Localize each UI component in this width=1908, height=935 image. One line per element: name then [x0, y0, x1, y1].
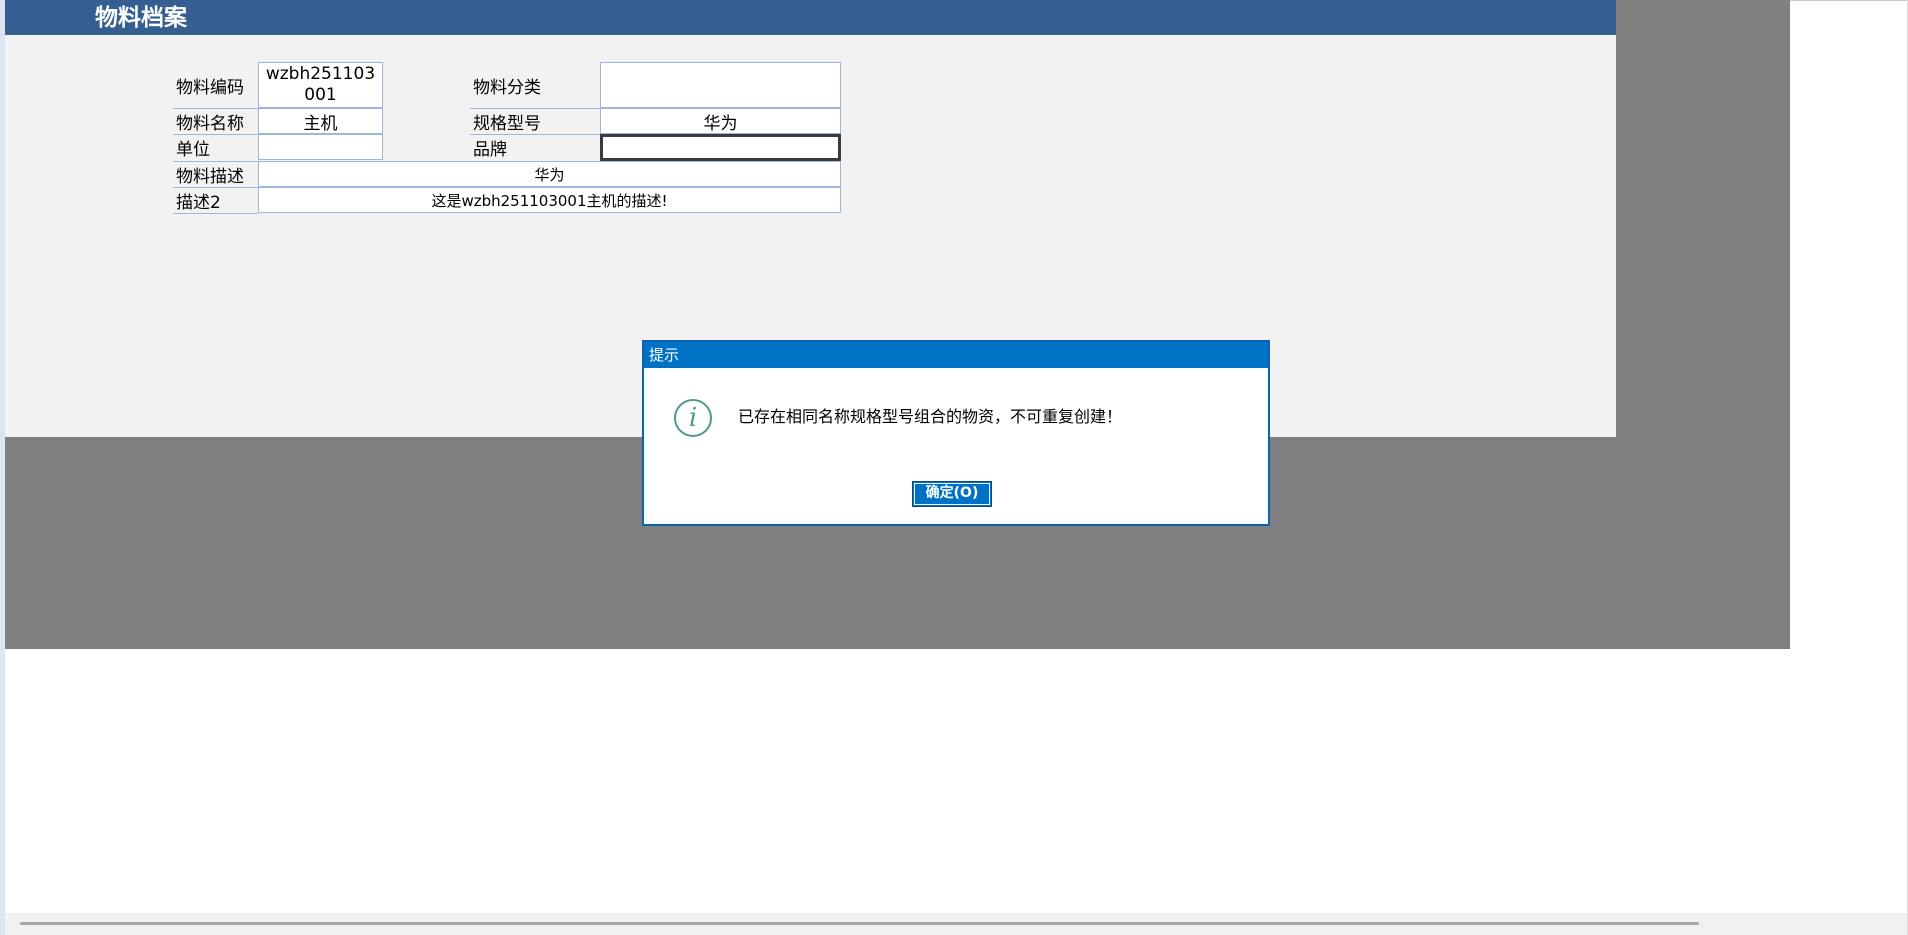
row-divider — [173, 108, 258, 109]
row-divider — [470, 108, 600, 109]
desc-label: 物料描述 — [176, 166, 244, 187]
unit-label: 单位 — [176, 139, 210, 160]
excel-window: 物料档案 物料编码 wzbh251103001 物料分类 物料名称 主机 规格型… — [0, 0, 1908, 935]
brand-label: 品牌 — [473, 139, 507, 160]
unit-field[interactable] — [258, 134, 383, 160]
row-divider — [173, 213, 258, 214]
name-field[interactable]: 主机 — [258, 108, 383, 134]
dialog-title[interactable]: 提示 — [644, 342, 1268, 368]
title-bar: 物料档案 — [5, 0, 1616, 35]
code-label: 物料编码 — [176, 77, 244, 98]
row-divider — [173, 187, 258, 188]
spec-label: 规格型号 — [473, 113, 541, 134]
category-field[interactable] — [600, 62, 841, 108]
divider — [1790, 0, 1908, 1]
info-icon: i — [674, 399, 712, 437]
dialog-message: 已存在相同名称规格型号组合的物资，不可重复创建！ — [738, 407, 1123, 426]
desc2-field[interactable]: 这是wzbh251103001主机的描述! — [258, 187, 841, 213]
row-divider — [470, 134, 600, 135]
row-divider — [173, 134, 258, 135]
row-divider — [470, 161, 600, 162]
category-label: 物料分类 — [473, 77, 541, 98]
scrollbar-thumb[interactable] — [20, 922, 1699, 925]
spec-field[interactable]: 华为 — [600, 108, 841, 134]
name-label: 物料名称 — [176, 113, 244, 134]
alert-dialog: 提示 i 已存在相同名称规格型号组合的物资，不可重复创建！ 确定(O) — [642, 340, 1270, 526]
brand-field[interactable] — [600, 134, 841, 161]
page-title: 物料档案 — [95, 5, 187, 31]
desc2-label: 描述2 — [176, 192, 221, 213]
ok-button[interactable]: 确定(O) — [912, 481, 992, 507]
desc-field[interactable]: 华为 — [258, 161, 841, 187]
row-divider — [173, 161, 258, 162]
code-field[interactable]: wzbh251103001 — [258, 62, 383, 108]
